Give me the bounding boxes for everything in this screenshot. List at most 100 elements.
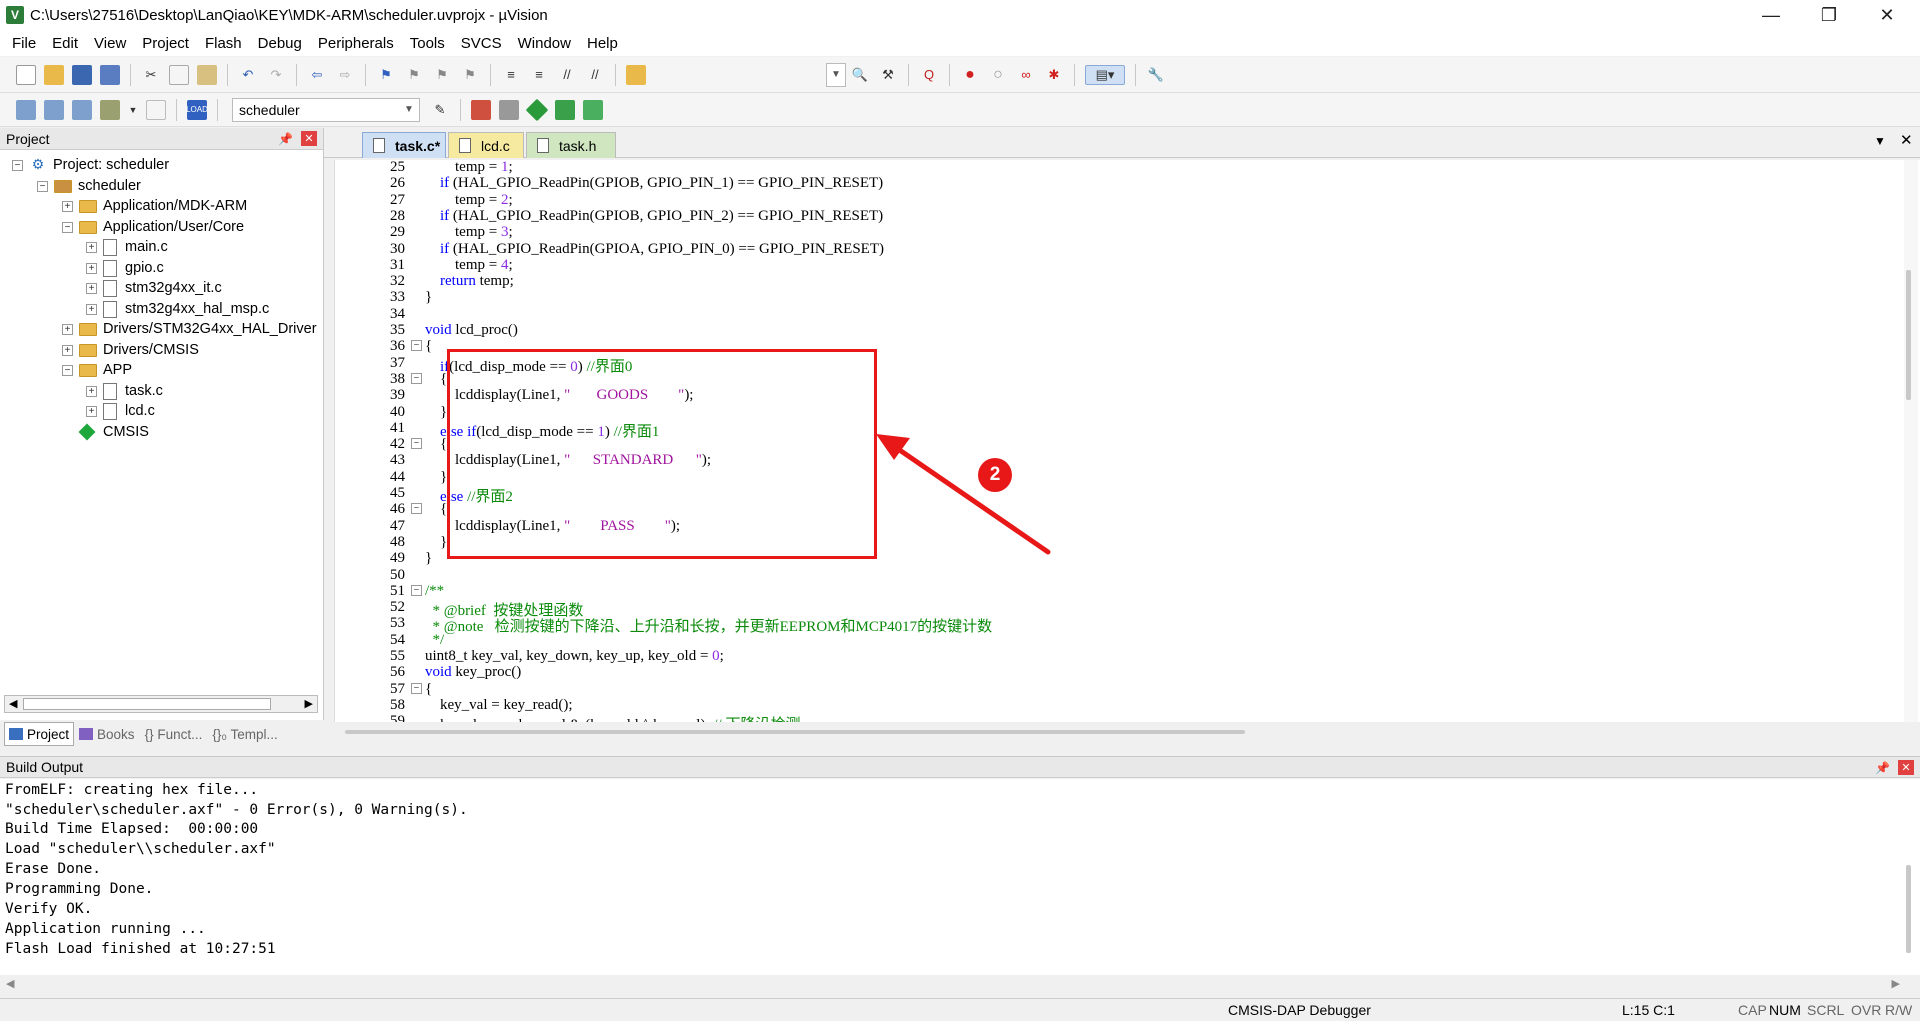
tree-item-project[interactable]: − ⚙ Project: scheduler	[12, 154, 169, 176]
bookmark-icon[interactable]: ⚑	[376, 65, 396, 85]
editor-vertical-scroll-thumb[interactable]	[1906, 270, 1911, 400]
window-layout-icon[interactable]: ▤▾	[1085, 64, 1125, 85]
fold-toggle-icon[interactable]: −	[411, 503, 422, 515]
editor-tab-lcd-c[interactable]: lcd.c	[448, 132, 524, 158]
menu-peripherals[interactable]: Peripherals	[310, 35, 402, 52]
pin-icon[interactable]: 📌	[278, 132, 293, 146]
redo-icon[interactable]: ↷	[266, 65, 286, 85]
menu-help[interactable]: Help	[579, 35, 626, 52]
code-line[interactable]: 54 */	[335, 632, 1920, 648]
tree-item-file[interactable]: + stm32g4xx_hal_msp.c	[86, 298, 269, 320]
pack-installer-icon[interactable]	[555, 99, 575, 120]
find-combo-dropdown[interactable]: ▼	[826, 62, 846, 87]
expand-icon[interactable]: +	[86, 303, 97, 315]
stop-build-icon[interactable]	[146, 99, 166, 120]
scroll-left-icon[interactable]: ◀	[9, 697, 17, 710]
prev-bookmark-icon[interactable]: ⚑	[404, 65, 424, 85]
fold-toggle-icon[interactable]: −	[411, 372, 422, 384]
tab-templates[interactable]: {}₀ Templ...	[207, 722, 282, 746]
tab-project[interactable]: Project	[4, 722, 75, 746]
editor-tab-task-h[interactable]: task.h	[526, 132, 616, 158]
scroll-right-icon[interactable]: ▶	[1892, 977, 1900, 990]
find-in-files-icon[interactable]	[626, 64, 646, 85]
code-line[interactable]: 50	[335, 567, 1920, 583]
collapse-icon[interactable]: −	[62, 221, 73, 233]
indent-icon[interactable]: ≡	[501, 65, 521, 85]
expand-icon[interactable]: +	[62, 344, 73, 356]
cut-icon[interactable]: ✂	[141, 65, 161, 85]
manage-project-items-icon[interactable]	[471, 99, 491, 120]
build-output-scroll-thumb[interactable]	[1906, 865, 1911, 953]
menu-debug[interactable]: Debug	[250, 35, 310, 52]
code-line[interactable]: 56 void key_proc()	[335, 664, 1920, 680]
comment-icon[interactable]: //	[557, 65, 577, 85]
debug-session-icon[interactable]: Q	[919, 65, 939, 85]
code-line[interactable]: 51−/**	[335, 583, 1920, 599]
batch-build-dropdown-icon[interactable]: ▼	[128, 100, 138, 120]
unindent-icon[interactable]: ≡	[529, 65, 549, 85]
tree-item-group[interactable]: + Application/MDK-ARM	[62, 195, 247, 217]
close-build-output-button[interactable]: ✕	[1898, 760, 1914, 775]
code-line[interactable]: 31 temp = 4;	[335, 257, 1920, 273]
code-line[interactable]: 26 if (HAL_GPIO_ReadPin(GPIOB, GPIO_PIN_…	[335, 175, 1920, 191]
rebuild-icon[interactable]	[72, 99, 92, 120]
scroll-right-icon[interactable]: ▶	[305, 697, 313, 710]
code-line[interactable]: 53 * @note 检测按键的下降沿、上升沿和长按，并更新EEPROM和MCP…	[335, 615, 1920, 635]
copy-icon[interactable]	[169, 64, 189, 85]
code-line[interactable]: 57−{	[335, 681, 1920, 697]
tree-item-target[interactable]: − scheduler	[37, 175, 141, 197]
expand-icon[interactable]: +	[62, 200, 73, 212]
tree-item-file[interactable]: + lcd.c	[86, 400, 155, 422]
translate-icon[interactable]	[16, 99, 36, 120]
next-bookmark-icon[interactable]: ⚑	[432, 65, 452, 85]
target-select[interactable]: scheduler ▼	[232, 97, 420, 122]
code-line[interactable]: 30 if (HAL_GPIO_ReadPin(GPIOA, GPIO_PIN_…	[335, 241, 1920, 257]
editor-vertical-scrollbar[interactable]	[1904, 160, 1918, 722]
maximize-button[interactable]: ❐	[1800, 0, 1858, 30]
project-horizontal-scrollbar[interactable]: ◀ ▶	[4, 695, 318, 713]
scroll-left-icon[interactable]: ◀	[6, 977, 14, 990]
open-folder-icon[interactable]	[44, 64, 64, 85]
menu-view[interactable]: View	[86, 35, 134, 52]
expand-icon[interactable]: +	[86, 241, 97, 253]
collapse-icon[interactable]: −	[62, 364, 73, 376]
fold-toggle-icon[interactable]: −	[411, 584, 422, 596]
disable-breakpoint-icon[interactable]: ○	[988, 65, 1008, 85]
fold-toggle-icon[interactable]: −	[411, 438, 422, 450]
incremental-find-icon[interactable]: ⚒	[878, 65, 898, 85]
expand-icon[interactable]: +	[86, 282, 97, 294]
close-project-panel-button[interactable]: ✕	[301, 131, 317, 146]
manage-rte-icon[interactable]	[525, 98, 549, 121]
tree-item-group[interactable]: + Drivers/CMSIS	[62, 339, 199, 361]
target-options-icon[interactable]: ✎	[430, 100, 450, 120]
save-icon[interactable]	[72, 64, 92, 85]
expand-icon[interactable]: +	[62, 323, 73, 335]
event-recorder-icon[interactable]	[583, 99, 603, 120]
tab-books[interactable]: Books	[74, 722, 140, 746]
menu-edit[interactable]: Edit	[44, 35, 86, 52]
configure-icon[interactable]: 🔧	[1146, 65, 1166, 85]
menu-tools[interactable]: Tools	[402, 35, 453, 52]
kill-breakpoints-icon[interactable]: ✱	[1044, 65, 1064, 85]
clear-bookmarks-icon[interactable]: ⚑	[460, 65, 480, 85]
editor-tab-task-c[interactable]: task.c*	[362, 132, 446, 158]
expand-icon[interactable]: +	[86, 262, 97, 274]
code-line[interactable]: 32 return temp;	[335, 273, 1920, 289]
tab-list-dropdown-icon[interactable]: ▼	[1874, 134, 1886, 148]
find-icon[interactable]: 🔍	[850, 65, 870, 85]
tree-item-group[interactable]: − APP	[62, 359, 132, 381]
collapse-icon[interactable]: −	[37, 180, 48, 192]
code-line[interactable]: 58 key_val = key_read();	[335, 697, 1920, 713]
code-line[interactable]: 55 uint8_t key_val, key_down, key_up, key…	[335, 648, 1920, 664]
breakpoint-icon[interactable]: ●	[960, 65, 980, 85]
code-line[interactable]: 35 void lcd_proc()	[335, 322, 1920, 338]
batch-build-icon[interactable]	[100, 99, 120, 120]
tree-item-file[interactable]: + gpio.c	[86, 257, 164, 279]
disable-all-breakpoints-icon[interactable]: ∞	[1016, 65, 1036, 85]
build-icon[interactable]	[44, 99, 64, 120]
code-line[interactable]: 34	[335, 306, 1920, 322]
tree-item-file[interactable]: + main.c	[86, 236, 168, 258]
code-line[interactable]: 33}	[335, 289, 1920, 305]
tab-functions[interactable]: {} Funct...	[140, 722, 208, 746]
menu-file[interactable]: File	[4, 35, 44, 52]
